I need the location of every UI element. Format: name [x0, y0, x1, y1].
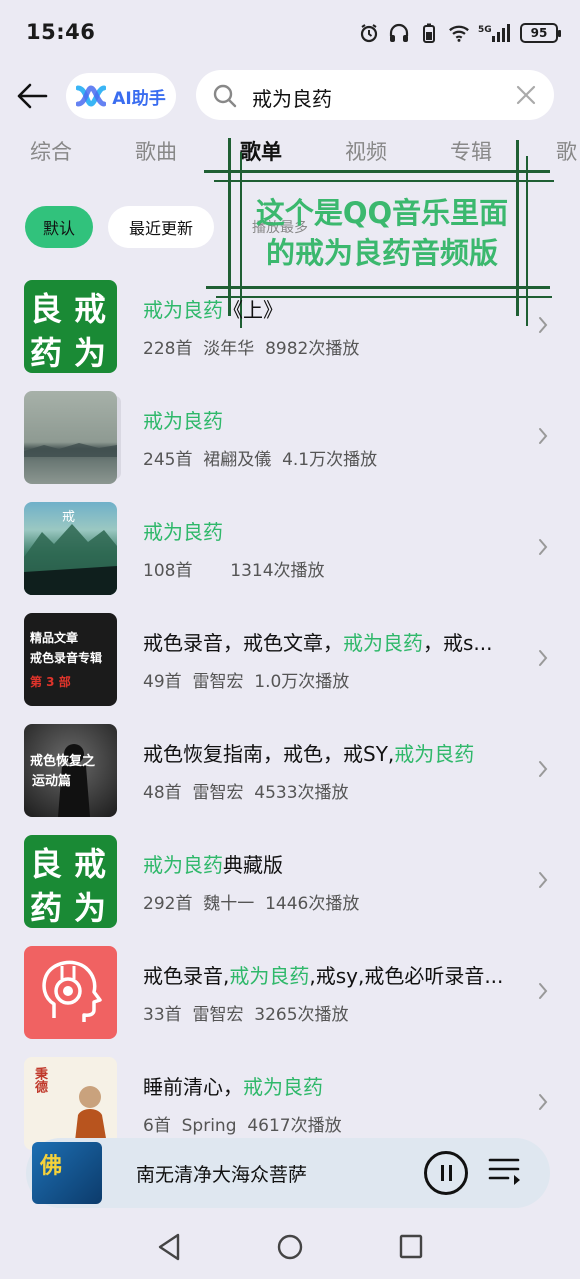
- chevron-right-icon: [539, 428, 548, 444]
- cover-text: 戒色录音专辑: [30, 651, 103, 665]
- playlist-row[interactable]: 戒为良药 245首 裙翩及儀 4.1万次播放: [0, 387, 580, 487]
- filter-recent[interactable]: 最近更新: [108, 206, 214, 248]
- chevron-right-icon: [539, 872, 548, 888]
- playlist-row[interactable]: 戒 戒为良药 108首 1314次播放: [0, 498, 580, 598]
- status-bar: 15:46 5G 95: [0, 0, 580, 68]
- playlist-cover: 良 戒 药 为: [24, 835, 117, 928]
- playlist-row[interactable]: 良 戒 药 为 戒为良药典藏版 292首 魏十一 1446次播放: [0, 831, 580, 931]
- wifi-icon: [448, 22, 470, 44]
- playlist-meta: 292首 魏十一 1446次播放: [143, 894, 360, 914]
- cover-char: 为: [74, 889, 107, 927]
- playlist-meta: 33首 雷智宏 3265次播放: [143, 1005, 349, 1025]
- playlist-meta: 48首 雷智宏 4533次播放: [143, 783, 349, 803]
- tab-videos[interactable]: 视频: [345, 136, 387, 166]
- chevron-right-icon: [539, 983, 548, 999]
- nav-recents-icon[interactable]: [398, 1232, 424, 1262]
- playlist-meta: 49首 雷智宏 1.0万次播放: [143, 672, 350, 692]
- chevron-right-icon: [539, 539, 548, 555]
- cover-char: 药: [30, 889, 63, 927]
- status-time: 15:46: [26, 20, 96, 44]
- playlist-title: 戒色录音,戒为良药,戒sy,戒色必听录音...: [143, 964, 504, 988]
- tab-songs[interactable]: 歌曲: [135, 136, 177, 166]
- tab-comprehensive[interactable]: 综合: [30, 136, 72, 166]
- playlist-title: 戒为良药《上》: [143, 298, 283, 322]
- sort-filters: 默认 最近更新 播放最多: [0, 206, 580, 248]
- tab-albums[interactable]: 专辑: [450, 136, 492, 166]
- status-icons: 5G 95: [358, 22, 561, 44]
- chevron-right-icon: [539, 1094, 548, 1110]
- category-tabs: 综合 歌曲 歌单 视频 专辑 歌: [0, 136, 580, 176]
- signal-icon: 5G: [478, 22, 512, 44]
- tab-playlists[interactable]: 歌单: [240, 136, 282, 166]
- playlist-title: 睡前清心，戒为良药: [143, 1075, 323, 1099]
- nav-back-icon[interactable]: [156, 1232, 182, 1262]
- playlist-meta: 6首 Spring 4617次播放: [143, 1116, 342, 1136]
- network-type: 5G: [478, 25, 492, 35]
- chevron-right-icon: [539, 317, 548, 333]
- clear-icon[interactable]: [516, 85, 536, 105]
- tab-more[interactable]: 歌: [556, 136, 577, 166]
- ai-logo-icon: [76, 85, 107, 107]
- playlist-title: 戒为良药典藏版: [143, 853, 283, 877]
- ai-assistant-button[interactable]: AI助手: [66, 73, 176, 119]
- cover-text: 运动篇: [32, 774, 72, 789]
- playlist-row[interactable]: 戒色录音,戒为良药,戒sy,戒色必听录音... 33首 雷智宏 3265次播放: [0, 942, 580, 1042]
- playlist-cover: [24, 391, 117, 484]
- cover-text: 戒: [62, 510, 76, 525]
- cover-char: 戒: [74, 290, 107, 328]
- battery-small-icon: [418, 22, 440, 44]
- player-cover: 佛: [32, 1142, 102, 1204]
- playlist-queue-icon[interactable]: [488, 1156, 524, 1188]
- nav-home-icon[interactable]: [276, 1232, 304, 1262]
- playlist-meta: 245首 裙翩及儀 4.1万次播放: [143, 450, 378, 470]
- head-headphones-icon: [42, 960, 102, 1022]
- playlist-title: 戒色恢复指南，戒色，戒SY,戒为良药: [143, 742, 475, 766]
- back-arrow-icon: [17, 83, 48, 109]
- player-cover-char: 佛: [40, 1153, 63, 1179]
- back-button[interactable]: [12, 76, 52, 116]
- chevron-right-icon: [539, 761, 548, 777]
- playlist-cover: 良 戒 药 为: [24, 280, 117, 373]
- cover-text: 精品文章: [30, 631, 79, 645]
- playlist-title: 戒为良药: [143, 520, 223, 544]
- playlist-meta: 108首 1314次播放: [143, 561, 325, 581]
- playlist-title: 戒色录音，戒色文章，戒为良药，戒s...: [143, 631, 493, 655]
- headphones-icon: [388, 22, 410, 44]
- cover-char: 戒: [74, 845, 107, 883]
- alarm-icon: [358, 22, 380, 44]
- chevron-right-icon: [539, 650, 548, 666]
- ai-assistant-label: AI助手: [112, 88, 166, 109]
- playlist-title: 戒为良药: [143, 409, 223, 433]
- cover-text: 戒色恢复之: [30, 754, 96, 769]
- top-bar: AI助手 戒为良药: [0, 70, 580, 124]
- filter-most-played[interactable]: 播放最多: [230, 208, 330, 246]
- now-playing-title: 南无清净大海众菩萨: [136, 1164, 308, 1186]
- filter-default[interactable]: 默认: [25, 206, 93, 248]
- battery-indicator: 95: [520, 23, 561, 43]
- cover-text: 秉德: [32, 1067, 47, 1093]
- pause-button[interactable]: [424, 1151, 468, 1195]
- cover-text: 第 3 部: [30, 675, 71, 689]
- system-nav-bar: [0, 1218, 580, 1279]
- playlist-row[interactable]: 戒色恢复之 运动篇 戒色恢复指南，戒色，戒SY,戒为良药 48首 雷智宏 453…: [0, 720, 580, 820]
- playlist-cover: 戒色恢复之 运动篇: [24, 724, 117, 817]
- playlist-cover: 精品文章 戒色录音专辑 第 3 部: [24, 613, 117, 706]
- playlist-row[interactable]: 良 戒 药 为 戒为良药《上》 228首 淡年华 8982次播放: [0, 276, 580, 376]
- search-input[interactable]: 戒为良药: [196, 70, 554, 120]
- cover-char: 良: [30, 845, 63, 883]
- cover-char: 良: [30, 290, 63, 328]
- playlist-cover: 秉德: [24, 1057, 117, 1150]
- playlist-cover: 戒: [24, 502, 117, 595]
- cover-char: 药: [30, 334, 63, 372]
- playlist-meta: 228首 淡年华 8982次播放: [143, 339, 360, 359]
- playlist-row[interactable]: 精品文章 戒色录音专辑 第 3 部 戒色录音，戒色文章，戒为良药，戒s... 4…: [0, 609, 580, 709]
- mini-player[interactable]: 佛 南无清净大海众菩萨: [26, 1138, 550, 1208]
- search-query: 戒为良药: [252, 87, 332, 111]
- cover-char: 为: [74, 334, 107, 372]
- playlist-cover: [24, 946, 117, 1039]
- search-icon: [213, 84, 237, 108]
